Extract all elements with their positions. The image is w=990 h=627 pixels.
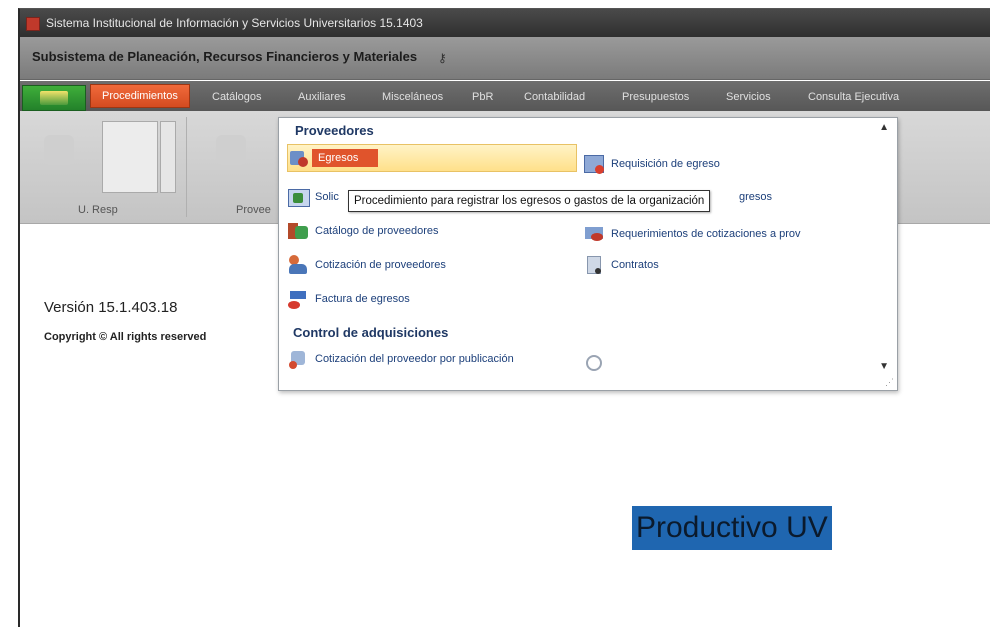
tooltip: Procedimiento para registrar los egresos… [348,190,711,212]
factura-icon [287,288,309,310]
menu-item-egresos[interactable]: Egresos [287,144,577,172]
app-icon [26,17,40,31]
version-label: Versión 15.1.403.18 [44,299,178,316]
ribbon-button-icon[interactable] [44,135,74,165]
gallery-scrollbar[interactable] [160,121,176,193]
proveedores-button-icon[interactable] [216,135,246,165]
menu-item-faded[interactable] [583,350,611,376]
menu-item-label: Cotización de proveedores [315,259,446,271]
menu-item-label: Egresos [312,149,379,167]
menu-item-label: Cotización del proveedor por publicación [315,353,514,365]
menu-section-control-de-adquisiciones: Control de adquisiciones [293,325,449,340]
tab-catalogos[interactable]: Catálogos [206,87,268,107]
u-resp-gallery[interactable] [102,121,158,193]
menu-item-solicitud[interactable]: Solic [287,184,339,210]
menu-scroll-up-icon[interactable]: ▲ [879,122,889,133]
tab-miscelaneos[interactable]: Misceláneos [376,87,449,107]
menu-item-cotizacion-de-proveedores[interactable]: Cotización de proveedores [287,252,446,278]
procedimientos-dropdown: ▲ Proveedores Egresos Requisición de egr… [278,117,898,391]
requerimientos-icon [583,223,605,245]
menu-item-label: Catálogo de proveedores [315,225,439,237]
tab-servicios[interactable]: Servicios [720,87,777,107]
menu-item-egresos-list[interactable]: gresos [739,184,772,210]
title-bar: Sistema Institucional de Información y S… [20,9,990,37]
ribbon-tabs: Procedimientos Catálogos Auxiliares Misc… [20,81,990,111]
tab-consulta-ejecutiva[interactable]: Consulta Ejecutiva [802,87,905,107]
menu-item-label: Contratos [611,259,659,271]
cotizacion-icon [287,254,309,276]
menu-item-requisicion-de-egreso[interactable]: Requisición de egreso [583,151,720,177]
menu-item-cotizacion-por-publicacion[interactable]: Cotización del proveedor por publicación [287,346,514,372]
ribbon-group-label: Provee [236,204,271,216]
menu-item-label: Requerimientos de cotizaciones a prov [611,228,801,240]
tab-pbr[interactable]: PbR [466,87,499,107]
resize-grip-icon[interactable]: ⋰ [885,377,894,388]
menu-section-proveedores: Proveedores [295,123,374,138]
tab-auxiliares[interactable]: Auxiliares [292,87,352,107]
settings-icon [583,352,605,374]
menu-item-catalogo-de-proveedores[interactable]: Catálogo de proveedores [287,218,439,244]
catalogo-icon [287,220,309,242]
ribbon-group-label: U. Resp [78,204,118,216]
home-tab[interactable] [22,85,86,111]
subsystem-title: Subsistema de Planeación, Recursos Finan… [32,49,418,64]
tab-contabilidad[interactable]: Contabilidad [518,87,591,107]
tab-presupuestos[interactable]: Presupuestos [616,87,695,107]
ribbon-separator [186,117,187,217]
menu-item-factura-de-egresos[interactable]: Factura de egresos [287,286,410,312]
menu-item-requerimientos-de-cotizaciones[interactable]: Requerimientos de cotizaciones a prov [583,221,801,247]
requisicion-icon [583,153,605,175]
home-logo-icon [40,91,68,105]
menu-item-label: Factura de egresos [315,293,410,305]
menu-item-label: Solic [315,191,339,203]
copyright-label: Copyright © All rights reserved [44,331,207,343]
subsystem-bar: Subsistema de Planeación, Recursos Finan… [20,37,990,80]
app-window: Sistema Institucional de Información y S… [18,8,990,627]
publicacion-icon [287,348,309,370]
menu-item-contratos[interactable]: Contratos [583,252,659,278]
solicitud-icon [287,186,310,208]
tab-procedimientos[interactable]: Procedimientos [90,84,190,108]
key-icon[interactable]: ⚷ [438,51,447,65]
environment-badge: Productivo UV [632,506,832,550]
window-title: Sistema Institucional de Información y S… [46,16,423,30]
egresos-icon [288,147,310,169]
contratos-icon [583,254,605,276]
menu-item-label: Requisición de egreso [611,158,720,170]
menu-scroll-down-icon[interactable]: ▼ [879,361,889,372]
menu-item-label: gresos [739,191,773,203]
